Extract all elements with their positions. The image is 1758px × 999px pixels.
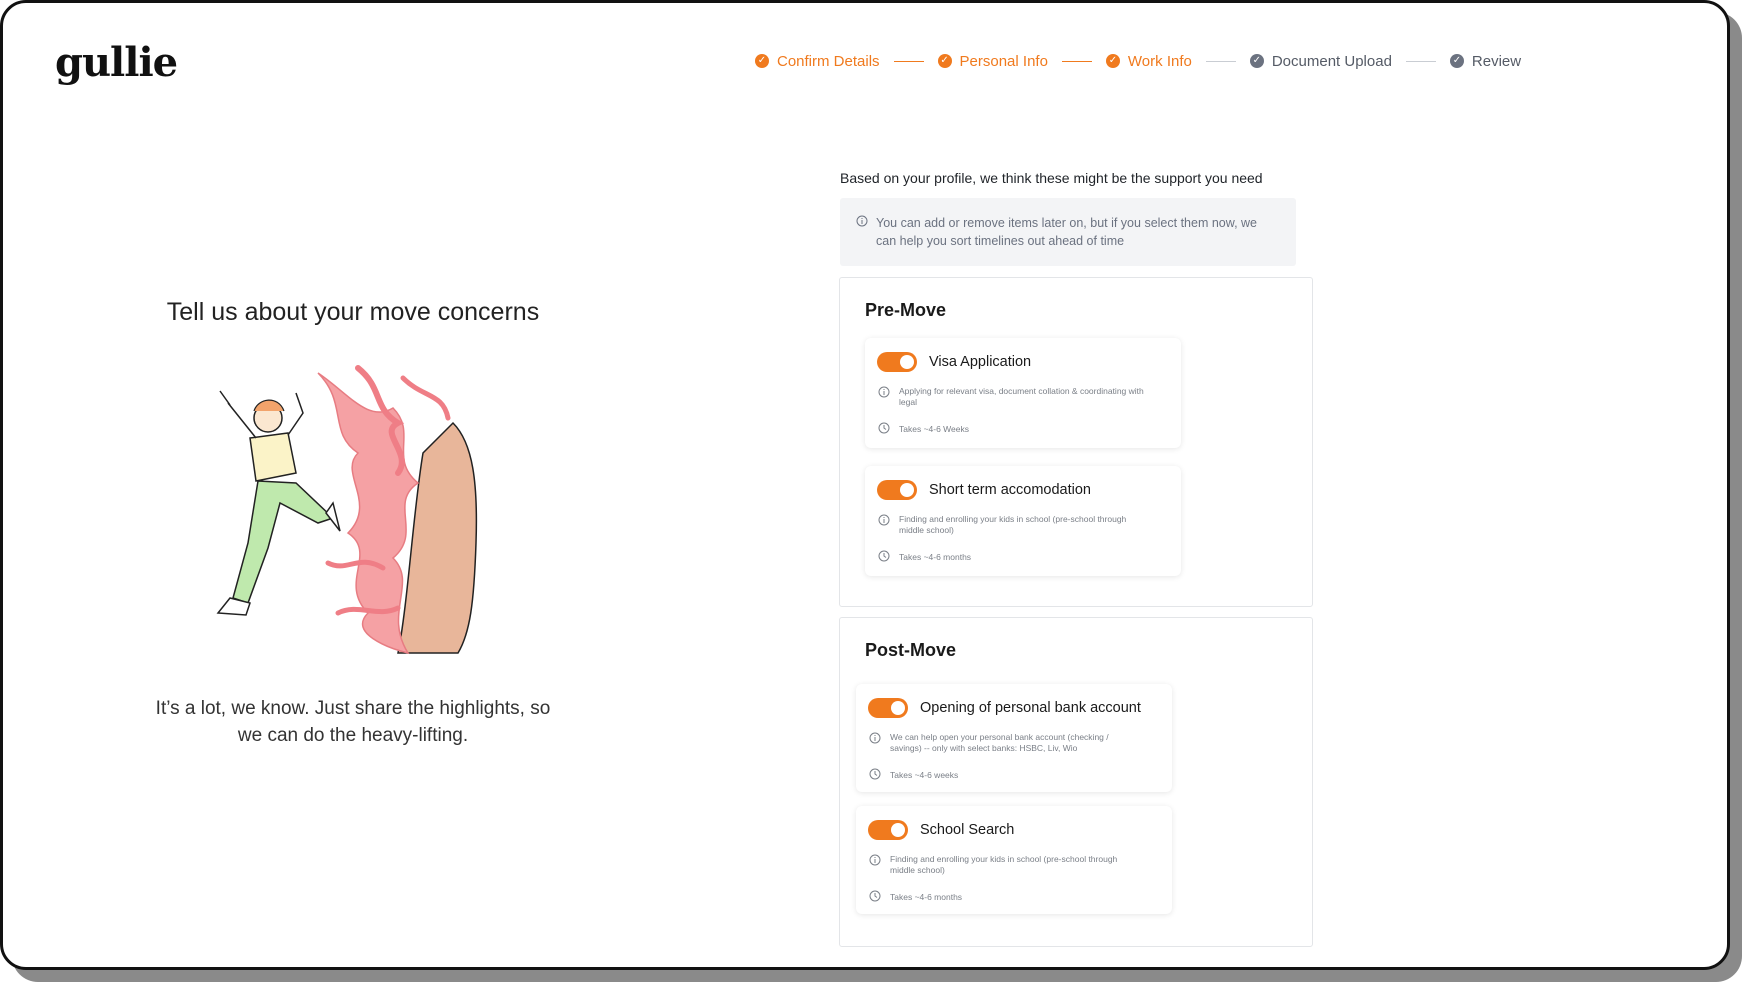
info-icon [856,215,868,227]
step-label: Review [1471,52,1522,70]
step-connector [1205,60,1236,62]
service-description: We can help open your personal bank acco… [890,732,1109,753]
progress-stepper: ✓ Confirm Details ✓ Personal Info ✓ Work… [755,49,1521,73]
service-card-school-search: School Search Finding and enrolling your… [856,806,1172,914]
notice-text: You can add or remove items later on, bu… [876,216,1257,248]
service-description: Finding and enrolling your kids in schoo… [890,854,1118,875]
page-subtitle: It’s a lot, we know. Just share the high… [155,698,551,746]
toggle-knob [900,355,914,369]
short-term-accomodation-toggle[interactable] [877,480,917,500]
logo[interactable]: gullie [55,39,178,86]
service-title: Visa Application [929,354,1032,370]
service-card-bank-account: Opening of personal bank account We can … [856,684,1172,792]
service-description: Finding and enrolling your kids in schoo… [899,514,1127,535]
clock-icon [869,768,881,780]
step-work-info[interactable]: ✓ Work Info [1105,52,1192,70]
info-icon [869,732,881,744]
check-badge-icon: ✓ [1105,54,1120,68]
step-label: Confirm Details [777,52,880,70]
step-connector [1405,60,1436,62]
step-label: Personal Info [959,52,1048,70]
app-window: gullie ✓ Confirm Details ✓ Personal Info… [0,0,1730,970]
info-icon [878,514,890,526]
service-duration: Takes ~4-6 months [899,552,972,562]
service-duration: Takes ~4-6 Weeks [899,424,970,434]
toggle-knob [891,701,905,715]
school-search-toggle[interactable] [868,820,908,840]
check-badge-icon: ✓ [755,54,769,68]
service-title: Short term accomodation [929,482,1091,498]
section-title: Pre-Move [865,300,947,320]
service-title: Opening of personal bank account [920,700,1141,716]
step-connector [1061,60,1092,62]
toggle-knob [891,823,905,837]
visa-application-toggle[interactable] [877,352,917,372]
section-post-move: Post-Move Opening of personal bank accou… [839,617,1313,947]
clock-icon [869,890,881,902]
clock-icon [878,422,890,434]
step-personal-info[interactable]: ✓ Personal Info [937,52,1048,70]
step-connector [893,60,924,62]
step-label: Document Upload [1271,52,1392,70]
service-duration: Takes ~4-6 months [890,892,963,902]
service-title: School Search [920,822,1015,838]
check-badge-icon: ✓ [1249,54,1264,68]
page-title: Tell us about your move concerns [166,298,540,326]
step-confirm-details[interactable]: ✓ Confirm Details [755,53,880,70]
service-duration: Takes ~4-6 weeks [890,770,959,780]
section-pre-move: Pre-Move Visa Application Applying for r… [839,277,1313,607]
info-notice: You can add or remove items later on, bu… [840,198,1296,266]
section-title: Post-Move [865,640,957,660]
running-from-fire-illustration [216,365,478,655]
info-icon [878,386,890,398]
check-badge-icon: ✓ [937,54,952,68]
recommendation-intro: Based on your profile, we think these mi… [840,170,1263,186]
step-document-upload[interactable]: ✓ Document Upload [1249,52,1392,70]
check-badge-icon: ✓ [1449,54,1464,68]
service-description: Applying for relevant visa, document col… [899,386,1144,407]
service-card-short-term-accomodation: Short term accomodation Finding and enro… [865,466,1181,576]
service-card-visa-application: Visa Application Applying for relevant v… [865,338,1181,448]
bank-account-toggle[interactable] [868,698,908,718]
step-label: Work Info [1127,52,1192,70]
info-icon [869,854,881,866]
clock-icon [878,550,890,562]
toggle-knob [900,483,914,497]
step-review[interactable]: ✓ Review [1449,52,1522,70]
